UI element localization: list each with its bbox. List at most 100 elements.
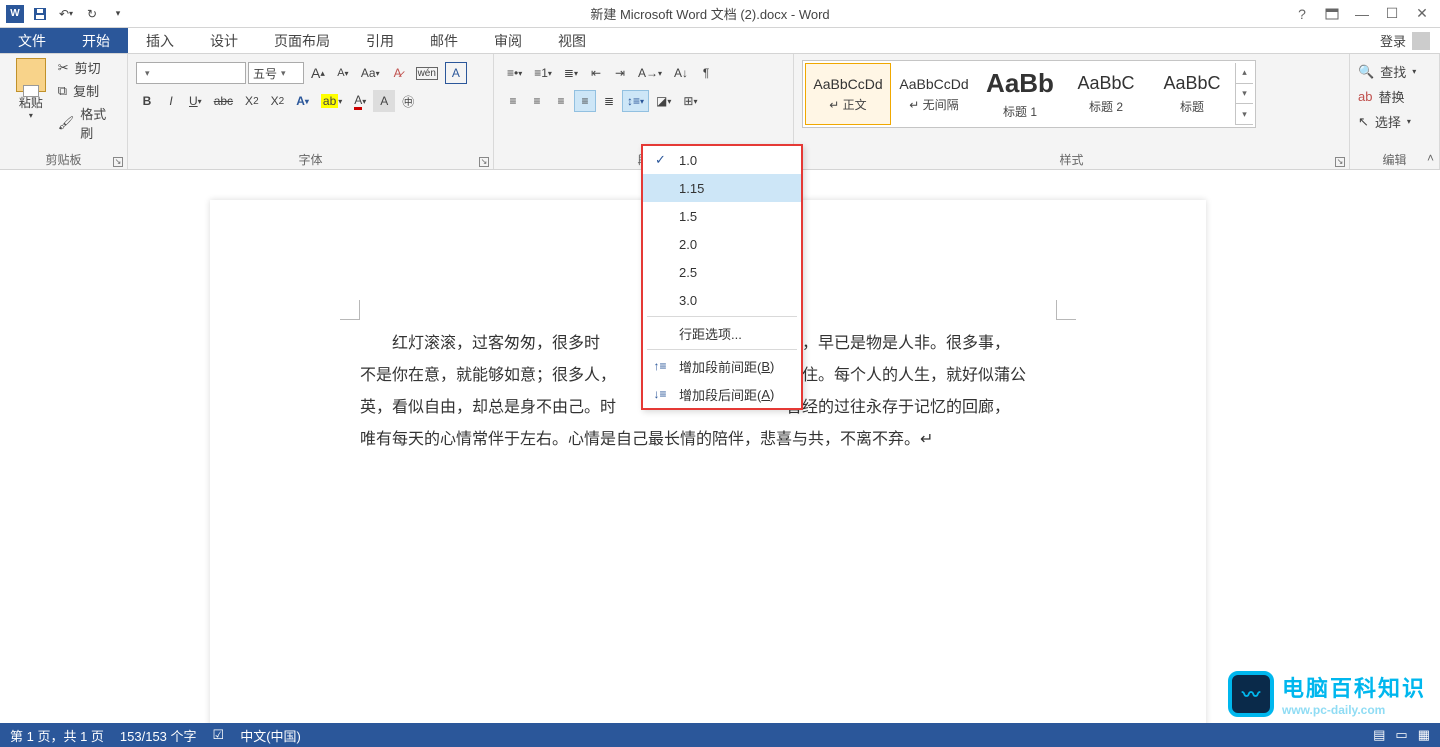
underline-button[interactable]: U▾ bbox=[184, 90, 207, 112]
styles-launcher[interactable]: ↘ bbox=[1335, 157, 1345, 167]
undo-button[interactable]: ↶▾ bbox=[56, 4, 76, 24]
line-spacing-options[interactable]: 行距选项... bbox=[643, 319, 801, 347]
styles-more[interactable]: ▾ bbox=[1236, 104, 1253, 125]
select-button[interactable]: ↖选择▾ bbox=[1358, 112, 1416, 131]
title-bar: W ↶▾ ↻ ▾ 新建 Microsoft Word 文档 (2).docx -… bbox=[0, 0, 1440, 28]
tab-file[interactable]: 文件 bbox=[0, 28, 64, 53]
web-layout-view-button[interactable]: ▦ bbox=[1418, 727, 1430, 743]
tab-layout[interactable]: 页面布局 bbox=[256, 28, 348, 53]
margin-corner-icon bbox=[340, 300, 360, 320]
align-center-button[interactable]: ≡ bbox=[526, 90, 548, 112]
clipboard-launcher[interactable]: ↘ bbox=[113, 157, 123, 167]
line-spacing-option[interactable]: 3.0 bbox=[643, 286, 801, 314]
style-card[interactable]: AaBbCcDd↵ 无间隔 bbox=[891, 63, 977, 125]
bold-button[interactable]: B bbox=[136, 90, 158, 112]
minimize-button[interactable]: — bbox=[1352, 4, 1372, 24]
subscript-button[interactable]: X2 bbox=[240, 90, 264, 112]
collapse-ribbon-button[interactable]: ˄ bbox=[1427, 151, 1434, 165]
font-family-combo[interactable]: ▾ bbox=[136, 62, 246, 84]
copy-button[interactable]: ⧉复制 bbox=[58, 81, 119, 100]
strikethrough-button[interactable]: abc bbox=[209, 90, 238, 112]
borders-button[interactable]: ⊞▾ bbox=[678, 90, 702, 112]
style-card[interactable]: AaBbC标题 2 bbox=[1063, 63, 1149, 125]
copy-icon: ⧉ bbox=[58, 83, 67, 99]
italic-button[interactable]: I bbox=[160, 90, 182, 112]
format-painter-button[interactable]: 🖌格式刷 bbox=[58, 104, 119, 142]
redo-button[interactable]: ↻ bbox=[82, 4, 102, 24]
font-launcher[interactable]: ↘ bbox=[479, 157, 489, 167]
group-font: ▾ 五号▾ A▴ A▾ Aa▾ A̷ wén A B I U▾ abc X2 X… bbox=[128, 54, 494, 169]
line-spacing-option[interactable]: 1.15 bbox=[643, 174, 801, 202]
styles-up[interactable]: ▴ bbox=[1236, 63, 1253, 84]
shading-button[interactable]: ◪▾ bbox=[651, 90, 676, 112]
shrink-font-button[interactable]: A▾ bbox=[332, 62, 354, 84]
line-spacing-option[interactable]: 2.5 bbox=[643, 258, 801, 286]
styles-gallery[interactable]: AaBbCcDd↵ 正文AaBbCcDd↵ 无间隔AaBb标题 1AaBbC标题… bbox=[802, 60, 1256, 128]
increase-indent-button[interactable]: ⇥ bbox=[609, 62, 631, 84]
replace-button[interactable]: ab替换 bbox=[1358, 87, 1416, 106]
add-space-after[interactable]: ↓≡增加段后间距(A) bbox=[643, 380, 801, 408]
margin-corner-icon bbox=[1056, 300, 1076, 320]
highlight-button[interactable]: ab▾ bbox=[316, 90, 347, 112]
search-icon: 🔍 bbox=[1358, 64, 1374, 80]
tab-design[interactable]: 设计 bbox=[192, 28, 256, 53]
sign-in[interactable]: 登录 bbox=[1370, 28, 1440, 53]
word-count[interactable]: 153/153 个字 bbox=[120, 726, 197, 745]
line-spacing-option[interactable]: 1.0 bbox=[643, 146, 801, 174]
proofing-icon[interactable]: ☑ bbox=[213, 727, 225, 743]
find-button[interactable]: 🔍查找▾ bbox=[1358, 62, 1416, 81]
tab-mailings[interactable]: 邮件 bbox=[412, 28, 476, 53]
character-border-button[interactable]: A bbox=[445, 62, 467, 84]
grow-font-button[interactable]: A▴ bbox=[306, 62, 330, 84]
line-spacing-option[interactable]: 1.5 bbox=[643, 202, 801, 230]
numbering-button[interactable]: ≡1▾ bbox=[529, 62, 557, 84]
clear-formatting-button[interactable]: A̷ bbox=[387, 62, 409, 84]
replace-icon: ab bbox=[1358, 89, 1372, 104]
tab-review[interactable]: 审阅 bbox=[476, 28, 540, 53]
font-size-combo[interactable]: 五号▾ bbox=[248, 62, 304, 84]
character-shading-button[interactable]: A bbox=[373, 90, 395, 112]
bullets-button[interactable]: ≡•▾ bbox=[502, 62, 527, 84]
line-spacing-option[interactable]: 2.0 bbox=[643, 230, 801, 258]
ribbon-display-button[interactable] bbox=[1322, 4, 1342, 24]
style-card[interactable]: AaBbC标题 bbox=[1149, 63, 1235, 125]
maximize-button[interactable]: ☐ bbox=[1382, 4, 1402, 24]
group-styles: AaBbCcDd↵ 正文AaBbCcDd↵ 无间隔AaBb标题 1AaBbC标题… bbox=[794, 54, 1350, 169]
font-color-button[interactable]: A▾ bbox=[349, 90, 371, 112]
tab-home[interactable]: 开始 bbox=[64, 28, 128, 53]
text-effects-button[interactable]: A▾ bbox=[291, 90, 314, 112]
sort-button[interactable]: A↓ bbox=[669, 62, 693, 84]
tab-view[interactable]: 视图 bbox=[540, 28, 604, 53]
style-card[interactable]: AaBb标题 1 bbox=[977, 63, 1063, 125]
save-button[interactable] bbox=[30, 4, 50, 24]
tab-references[interactable]: 引用 bbox=[348, 28, 412, 53]
multilevel-list-button[interactable]: ≣▾ bbox=[559, 62, 583, 84]
align-justify-button[interactable]: ≡ bbox=[574, 90, 596, 112]
space-after-icon: ↓≡ bbox=[651, 387, 669, 401]
align-left-button[interactable]: ≡ bbox=[502, 90, 524, 112]
change-case-button[interactable]: Aa▾ bbox=[356, 62, 385, 84]
distributed-button[interactable]: ≣ bbox=[598, 90, 620, 112]
language-indicator[interactable]: 中文(中国) bbox=[240, 726, 301, 745]
phonetic-guide-button[interactable]: wén bbox=[411, 62, 443, 84]
close-button[interactable]: ✕ bbox=[1412, 4, 1432, 24]
read-mode-view-button[interactable]: ▭ bbox=[1395, 727, 1407, 743]
cut-button[interactable]: ✂剪切 bbox=[58, 58, 119, 77]
page-indicator[interactable]: 第 1 页，共 1 页 bbox=[10, 726, 104, 745]
decrease-indent-button[interactable]: ⇤ bbox=[585, 62, 607, 84]
show-marks-button[interactable]: ¶ bbox=[695, 62, 717, 84]
styles-down[interactable]: ▾ bbox=[1236, 84, 1253, 105]
qat-customize-button[interactable]: ▾ bbox=[108, 4, 128, 24]
enclose-characters-button[interactable]: ㊥ bbox=[397, 90, 419, 112]
tab-insert[interactable]: 插入 bbox=[128, 28, 192, 53]
line-spacing-button[interactable]: ↕≡▾ bbox=[622, 90, 649, 112]
superscript-button[interactable]: X2 bbox=[266, 90, 290, 112]
group-clipboard: 粘贴 ▾ ✂剪切 ⧉复制 🖌格式刷 剪贴板↘ bbox=[0, 54, 128, 169]
paste-button[interactable]: 粘贴 ▾ bbox=[8, 58, 54, 120]
align-right-button[interactable]: ≡ bbox=[550, 90, 572, 112]
ltr-button[interactable]: A→▾ bbox=[633, 62, 667, 84]
help-button[interactable]: ? bbox=[1292, 4, 1312, 24]
add-space-before[interactable]: ↑≡增加段前间距(B) bbox=[643, 352, 801, 380]
print-layout-view-button[interactable]: ▤ bbox=[1373, 727, 1385, 743]
style-card[interactable]: AaBbCcDd↵ 正文 bbox=[805, 63, 891, 125]
